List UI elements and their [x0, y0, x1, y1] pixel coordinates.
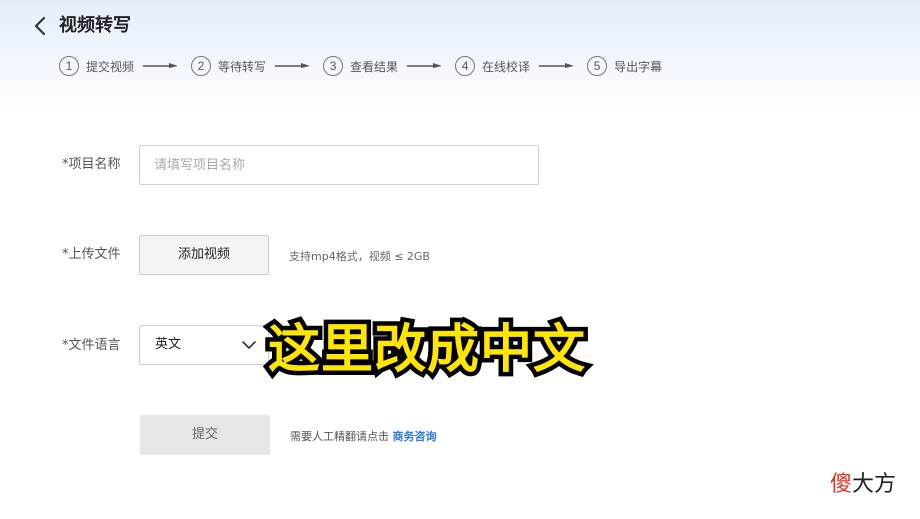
step-2: 2 等待转写	[191, 55, 323, 77]
project-name-label: *项目名称	[62, 157, 121, 172]
watermark-rest: 大方	[852, 472, 897, 497]
business-consult-link[interactable]: 商务咨询	[393, 430, 437, 443]
step-label: 提交视频	[86, 59, 135, 74]
watermark: 傻大方	[830, 466, 896, 498]
arrow-right-icon	[539, 63, 575, 68]
upload-file-label: *上传文件	[62, 247, 121, 262]
file-language-label: *文件语言	[62, 338, 121, 353]
page-header: 视频转写 1 提交视频 2 等待转写 3 查看结果 4 在线校译 5 导出字幕	[0, 0, 920, 110]
overlay-caption: 这里改成中文	[263, 315, 589, 384]
step-3: 3 查看结果	[323, 55, 455, 77]
arrow-right-icon	[143, 63, 179, 68]
arrow-right-icon	[407, 63, 443, 68]
step-number: 2	[191, 56, 212, 76]
upload-hint: 支持mp4格式，视频 ≤ 2GB	[289, 250, 430, 263]
project-name-input[interactable]	[139, 145, 539, 185]
step-label: 查看结果	[350, 59, 399, 74]
add-video-button[interactable]: 添加视频	[139, 235, 269, 275]
arrow-right-icon	[275, 63, 311, 68]
step-number: 4	[455, 56, 476, 76]
page-title: 视频转写	[59, 15, 131, 36]
submit-button[interactable]: 提交	[140, 415, 270, 455]
language-selected-value: 英文	[155, 337, 182, 352]
chevron-left-icon[interactable]	[30, 14, 50, 38]
step-label: 在线校译	[482, 59, 531, 74]
contact-hint-text: 需要人工精翻请点击	[290, 430, 393, 443]
step-number: 1	[59, 56, 79, 76]
step-label: 等待转写	[218, 59, 267, 74]
step-number: 3	[323, 56, 344, 76]
chevron-down-icon	[242, 341, 256, 349]
step-number: 5	[587, 56, 608, 76]
step-5: 5 导出字幕	[587, 55, 662, 77]
watermark-first-char: 傻	[830, 472, 853, 497]
language-select[interactable]: 英文	[139, 325, 269, 365]
contact-hint: 需要人工精翻请点击 商务咨询	[290, 428, 437, 444]
step-1: 1 提交视频	[59, 55, 191, 77]
step-indicator: 1 提交视频 2 等待转写 3 查看结果 4 在线校译 5 导出字幕	[59, 55, 662, 77]
step-label: 导出字幕	[614, 59, 663, 74]
step-4: 4 在线校译	[455, 55, 587, 77]
